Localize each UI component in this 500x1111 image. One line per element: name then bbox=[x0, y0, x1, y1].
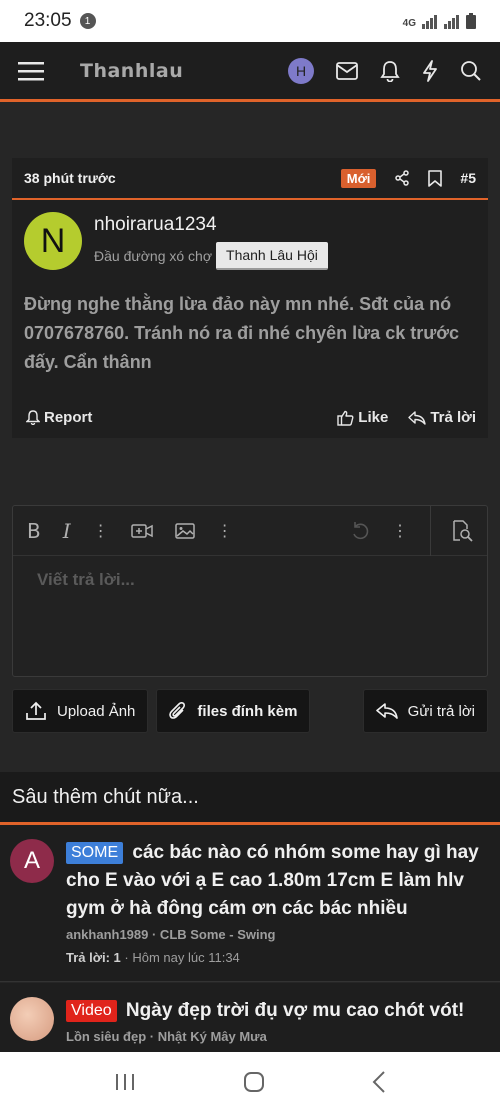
send-reply-button[interactable]: Gửi trả lời bbox=[362, 689, 488, 733]
recent-apps-icon[interactable] bbox=[114, 1073, 136, 1091]
insert-image-icon[interactable] bbox=[174, 522, 195, 539]
share-icon[interactable] bbox=[394, 170, 410, 186]
home-icon[interactable] bbox=[244, 1071, 264, 1092]
thread-prefix[interactable]: SOME bbox=[66, 842, 124, 864]
reply-icon bbox=[408, 410, 427, 425]
reply-icon bbox=[375, 703, 398, 719]
upload-icon bbox=[26, 701, 46, 720]
thread-item[interactable]: Video Ngày đẹp trời đụ vợ mu cao chót vó… bbox=[0, 983, 500, 1052]
bell-icon[interactable] bbox=[380, 60, 400, 82]
status-icons: 4G bbox=[403, 13, 476, 29]
thread-title-text[interactable]: Ngày đẹp trời đụ vợ mu cao chót vót! bbox=[126, 1000, 464, 1021]
thumbs-up-icon bbox=[337, 410, 354, 426]
signal-icon-2 bbox=[444, 15, 459, 29]
bold-icon[interactable]: B bbox=[27, 519, 41, 543]
author-title: Đầu đường xó chợ bbox=[94, 248, 213, 264]
more-actions-icon[interactable]: ⋮ bbox=[392, 521, 408, 541]
post-header: 38 phút trước Mới #5 bbox=[12, 158, 488, 200]
status-bar: 23:05 1 4G bbox=[0, 0, 500, 42]
author-avatar[interactable]: N bbox=[24, 212, 82, 270]
top-navigation: Thanhlau H bbox=[0, 42, 500, 100]
send-label: Gửi trả lời bbox=[407, 702, 475, 720]
post-author: N nhoirarua1234 Đầu đường xó chợ Thanh L… bbox=[12, 200, 488, 270]
reply-editor: B I ⋮ ⋮ ⋮ Viết trả lời... bbox=[12, 505, 488, 677]
preview-button[interactable] bbox=[430, 505, 473, 556]
thread-item[interactable]: A SOME các bác nào có nhóm some hay gì h… bbox=[0, 825, 500, 982]
thread-stats: Trả lời: 1 · Hôm nay lúc 11:34 bbox=[66, 950, 490, 965]
more-options-icon[interactable]: ⋮ bbox=[93, 521, 109, 541]
header-accent-line bbox=[0, 99, 500, 102]
site-logo[interactable]: Thanhlau bbox=[80, 60, 183, 82]
bell-outline-icon bbox=[26, 410, 40, 425]
report-button[interactable]: Report bbox=[26, 409, 92, 426]
thread-meta[interactable]: Lồn siêu đẹp · Nhật Ký Mây Mưa bbox=[66, 1029, 490, 1044]
bookmark-icon[interactable] bbox=[428, 169, 443, 187]
insert-video-icon[interactable] bbox=[130, 523, 153, 539]
new-badge: Mới bbox=[340, 168, 377, 188]
status-time: 23:05 bbox=[24, 10, 72, 31]
system-navigation-bar bbox=[0, 1052, 500, 1111]
thread-title-text[interactable]: các bác nào có nhóm some hay gì hay cho … bbox=[66, 842, 479, 919]
post-time[interactable]: 38 phút trước bbox=[24, 170, 116, 186]
thread-replies-count: 1 bbox=[113, 950, 121, 965]
mail-icon[interactable] bbox=[336, 62, 358, 80]
related-section-title: Sâu thêm chút nữa... bbox=[0, 772, 500, 822]
thread-replies-label: Trả lời: bbox=[66, 950, 110, 965]
thread-prefix[interactable]: Video bbox=[66, 1000, 117, 1022]
attach-files-button[interactable]: files đính kèm bbox=[156, 689, 311, 733]
preview-icon bbox=[453, 519, 473, 542]
upload-image-button[interactable]: Upload Ảnh bbox=[12, 689, 149, 733]
paperclip-icon bbox=[169, 702, 186, 719]
signal-icon bbox=[422, 15, 437, 29]
more-insert-icon[interactable]: ⋮ bbox=[217, 521, 233, 541]
report-label: Report bbox=[44, 409, 93, 426]
upload-label: Upload Ảnh bbox=[57, 702, 136, 720]
author-username[interactable]: nhoirarua1234 bbox=[94, 214, 328, 236]
post-body: Đừng nghe thằng lừa đảo này mn nhé. Sđt … bbox=[24, 294, 460, 372]
post-number[interactable]: #5 bbox=[460, 170, 476, 186]
thread-author-avatar[interactable]: A bbox=[10, 839, 54, 883]
menu-icon[interactable] bbox=[18, 60, 44, 82]
reply-button[interactable]: Trả lời bbox=[408, 409, 476, 426]
italic-icon[interactable]: I bbox=[63, 519, 71, 543]
search-icon[interactable] bbox=[460, 60, 482, 82]
reply-label: Trả lời bbox=[430, 409, 476, 426]
undo-icon[interactable] bbox=[350, 521, 370, 541]
like-label: Like bbox=[358, 409, 389, 426]
notification-count-badge: 1 bbox=[79, 13, 96, 29]
like-button[interactable]: Like bbox=[337, 409, 388, 426]
files-label: files đính kèm bbox=[197, 702, 298, 720]
reply-input[interactable]: Viết trả lời... bbox=[13, 556, 487, 604]
lightning-icon[interactable] bbox=[422, 60, 438, 82]
battery-icon bbox=[466, 13, 476, 29]
user-avatar[interactable]: H bbox=[288, 58, 314, 84]
thread-meta[interactable]: ankhanh1989 · CLB Some - Swing bbox=[66, 927, 490, 942]
thread-time: Hôm nay lúc 11:34 bbox=[132, 950, 240, 965]
author-group-tag: Thanh Lâu Hội bbox=[216, 242, 328, 270]
thread-author-avatar[interactable] bbox=[10, 997, 54, 1041]
editor-toolbar: B I ⋮ ⋮ ⋮ bbox=[13, 505, 487, 556]
thread-title[interactable]: Video Ngày đẹp trời đụ vợ mu cao chót vó… bbox=[66, 997, 490, 1025]
thread-title[interactable]: SOME các bác nào có nhóm some hay gì hay… bbox=[66, 839, 490, 923]
back-icon[interactable] bbox=[372, 1070, 386, 1093]
editor-buttons: Upload Ảnh files đính kèm Gửi trả lời bbox=[12, 689, 488, 733]
post-actions: Report Like Trả lời bbox=[26, 409, 476, 426]
network-type-label: 4G bbox=[402, 18, 416, 29]
post-card: 38 phút trước Mới #5 N nhoirarua1234 Đầu… bbox=[12, 158, 488, 438]
